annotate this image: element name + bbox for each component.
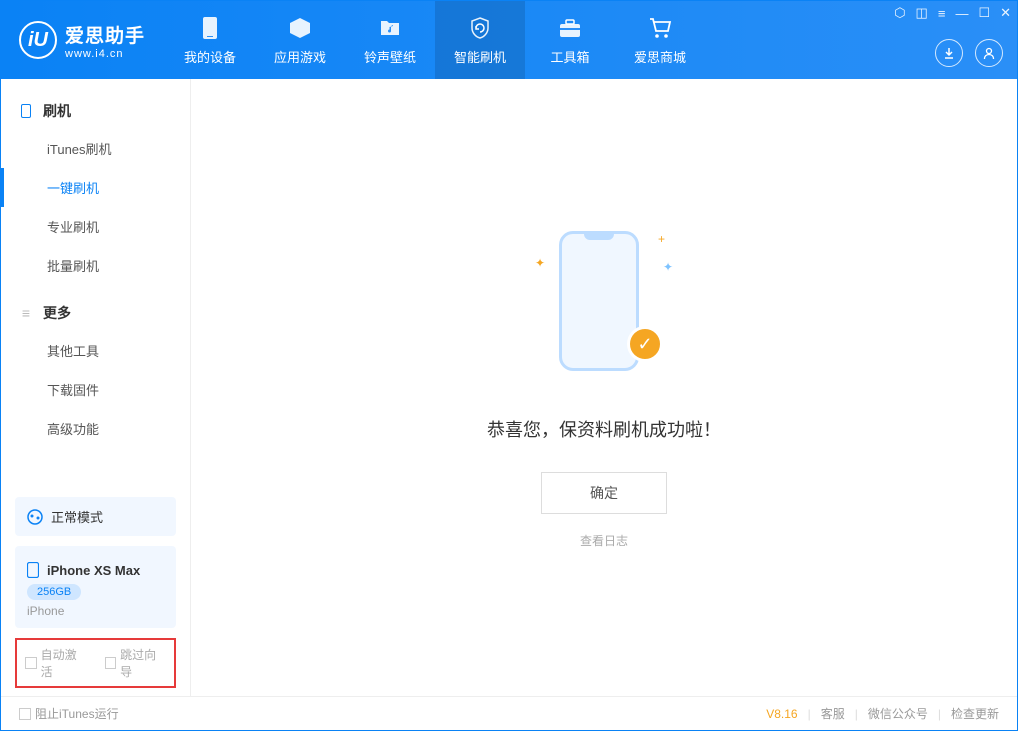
group-title: 刷机 (43, 101, 71, 121)
body: 刷机 iTunes刷机 一键刷机 专业刷机 批量刷机 ≡ 更多 其他工具 下载固… (1, 79, 1017, 696)
nav-toolbox[interactable]: 工具箱 (525, 1, 615, 79)
checkbox-label: 自动激活 (41, 646, 87, 680)
sidebar-item-batch-flash[interactable]: 批量刷机 (1, 246, 190, 285)
toolbox-icon (557, 15, 583, 41)
mode-box: 正常模式 (15, 497, 176, 536)
success-illustration: ✓ ✦ ✦ + (549, 226, 659, 386)
header: iU 爱思助手 www.i4.cn 我的设备 应用游戏 铃声壁纸 智能刷机 (1, 1, 1017, 79)
header-actions (935, 39, 1003, 67)
success-message: 恭喜您，保资料刷机成功啦！ (487, 416, 721, 442)
device-name: iPhone XS Max (47, 563, 140, 578)
separator: | (938, 707, 941, 721)
sidebar-item-firmware[interactable]: 下载固件 (1, 370, 190, 409)
device-type: iPhone (27, 604, 164, 618)
nav-label: 铃声壁纸 (364, 47, 416, 66)
checkbox-icon (19, 708, 31, 720)
music-folder-icon (377, 15, 403, 41)
block-itunes-checkbox[interactable]: 阻止iTunes运行 (19, 705, 119, 722)
nav-label: 智能刷机 (454, 47, 506, 66)
logo-icon: iU (19, 21, 57, 59)
sparkle-icon: + (658, 232, 665, 246)
phone-icon (197, 15, 223, 41)
nav-label: 应用游戏 (274, 47, 326, 66)
device-name-row: iPhone XS Max (27, 562, 164, 578)
window-controls: ⬡ ◫ ≡ — ☐ ✕ (894, 5, 1011, 21)
minimize-button[interactable]: — (955, 6, 968, 21)
nav-my-device[interactable]: 我的设备 (165, 1, 255, 79)
maximize-button[interactable]: ☐ (978, 5, 990, 21)
app-title: 爱思助手 (65, 21, 145, 48)
version-text: V8.16 (766, 707, 797, 721)
group-title: 更多 (43, 303, 71, 323)
list-icon: ≡ (19, 306, 33, 320)
sidebar-item-other-tools[interactable]: 其他工具 (1, 331, 190, 370)
main-panel: ✓ ✦ ✦ + 恭喜您，保资料刷机成功啦！ 确定 查看日志 (191, 79, 1017, 696)
close-button[interactable]: ✕ (1000, 5, 1011, 21)
sparkle-icon: ✦ (663, 260, 673, 274)
sparkle-icon: ✦ (535, 256, 545, 270)
view-log-link[interactable]: 查看日志 (580, 532, 628, 549)
nav-apps[interactable]: 应用游戏 (255, 1, 345, 79)
cart-icon (647, 15, 673, 41)
phone-small-icon (19, 104, 33, 118)
sidebar-item-itunes-flash[interactable]: iTunes刷机 (1, 129, 190, 168)
checkbox-icon (105, 657, 117, 669)
checkbox-icon (25, 657, 37, 669)
checkbox-label: 阻止iTunes运行 (35, 705, 119, 722)
logo-area: iU 爱思助手 www.i4.cn (1, 21, 165, 60)
device-mode: 正常模式 (27, 507, 164, 526)
footer: 阻止iTunes运行 V8.16 | 客服 | 微信公众号 | 检查更新 (1, 696, 1017, 730)
menu-icon[interactable]: ≡ (938, 6, 946, 21)
app-window: iU 爱思助手 www.i4.cn 我的设备 应用游戏 铃声壁纸 智能刷机 (0, 0, 1018, 731)
sidebar-item-pro-flash[interactable]: 专业刷机 (1, 207, 190, 246)
nav-ringtones[interactable]: 铃声壁纸 (345, 1, 435, 79)
nav-label: 工具箱 (551, 47, 590, 66)
checkmark-badge-icon: ✓ (627, 326, 663, 362)
checkbox-label: 跳过向导 (120, 646, 166, 680)
download-button[interactable] (935, 39, 963, 67)
wechat-link[interactable]: 微信公众号 (868, 705, 928, 722)
auto-activate-checkbox[interactable]: 自动激活 (25, 646, 87, 680)
sidebar-item-advanced[interactable]: 高级功能 (1, 409, 190, 448)
support-link[interactable]: 客服 (821, 705, 845, 722)
separator: | (808, 707, 811, 721)
cube-icon (287, 15, 313, 41)
skip-guide-checkbox[interactable]: 跳过向导 (105, 646, 167, 680)
sidebar-group-flash: 刷机 (1, 93, 190, 129)
user-button[interactable] (975, 39, 1003, 67)
sidebar-group-more: ≡ 更多 (1, 295, 190, 331)
refresh-shield-icon (467, 15, 493, 41)
nav-label: 爱思商城 (634, 47, 686, 66)
lock-icon[interactable]: ◫ (916, 5, 928, 21)
footer-left: 阻止iTunes运行 (19, 705, 119, 722)
logo-text: 爱思助手 www.i4.cn (65, 21, 145, 60)
update-link[interactable]: 检查更新 (951, 705, 999, 722)
storage-badge: 256GB (27, 584, 81, 600)
ok-button[interactable]: 确定 (541, 472, 667, 514)
sidebar: 刷机 iTunes刷机 一键刷机 专业刷机 批量刷机 ≡ 更多 其他工具 下载固… (1, 79, 191, 696)
top-nav: 我的设备 应用游戏 铃声壁纸 智能刷机 工具箱 爱思商城 (165, 1, 705, 79)
device-box[interactable]: iPhone XS Max 256GB iPhone (15, 546, 176, 628)
nav-store[interactable]: 爱思商城 (615, 1, 705, 79)
sidebar-item-oneclick-flash[interactable]: 一键刷机 (1, 168, 190, 207)
mode-text: 正常模式 (51, 507, 103, 526)
phone-illustration-icon (559, 231, 639, 371)
nav-flash[interactable]: 智能刷机 (435, 1, 525, 79)
checkbox-highlight-row: 自动激活 跳过向导 (15, 638, 176, 688)
shirt-icon[interactable]: ⬡ (894, 5, 905, 21)
separator: | (855, 707, 858, 721)
footer-right: V8.16 | 客服 | 微信公众号 | 检查更新 (766, 705, 999, 722)
nav-label: 我的设备 (184, 47, 236, 66)
sidebar-bottom: 正常模式 iPhone XS Max 256GB iPhone 自动激活 (1, 487, 190, 696)
app-subtitle: www.i4.cn (65, 48, 145, 60)
